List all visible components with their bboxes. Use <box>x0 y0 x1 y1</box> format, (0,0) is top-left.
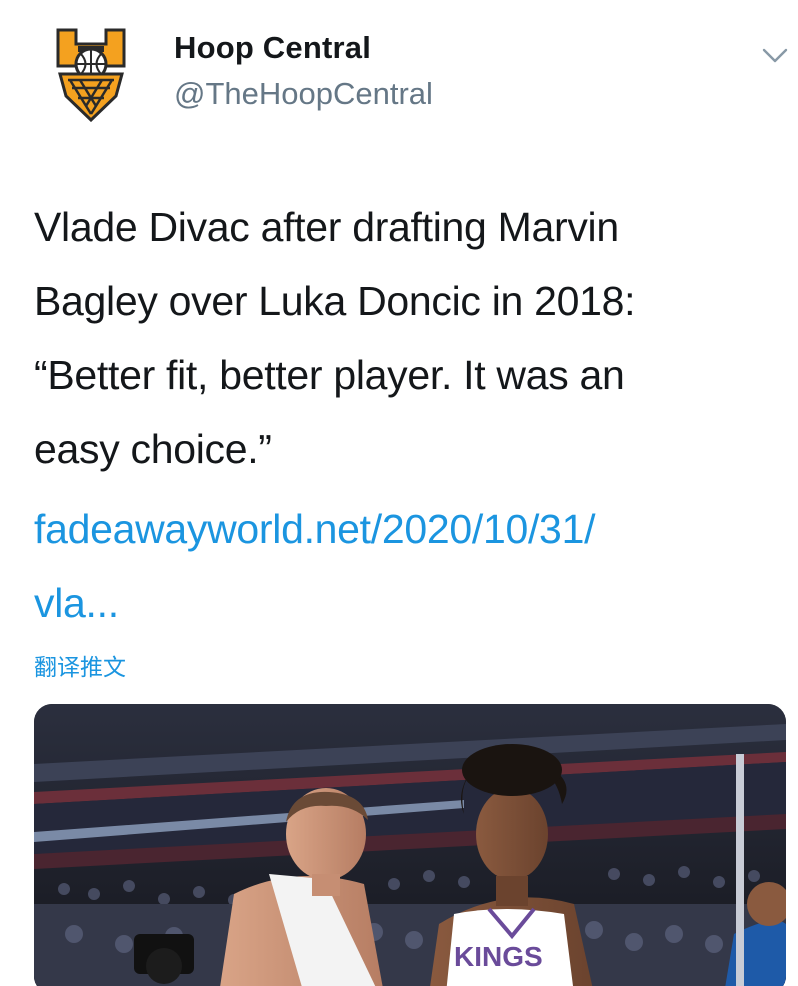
tweet-text: Vlade Divac after drafting Marvin Bagley… <box>34 190 774 486</box>
hoop-central-logo-icon <box>56 28 126 123</box>
tweet-header: Hoop Central @TheHoopCentral <box>0 0 798 140</box>
tweet-photo[interactable]: KINGS <box>34 704 786 986</box>
author-name[interactable]: Hoop Central <box>174 30 371 66</box>
tweet-text-line: “Better fit, better player. It was an <box>34 352 625 398</box>
article-link-line[interactable]: vla... <box>34 566 774 640</box>
chevron-down-icon[interactable] <box>760 44 790 66</box>
author-handle[interactable]: @TheHoopCentral <box>174 76 433 112</box>
tweet-text-line: Bagley over Luka Doncic in 2018: <box>34 278 636 324</box>
tweet-text-line: Vlade Divac after drafting Marvin <box>34 204 619 250</box>
avatar[interactable] <box>56 26 126 123</box>
article-link-line[interactable]: fadeawayworld.net/2020/10/31/ <box>34 492 774 566</box>
article-link[interactable]: fadeawayworld.net/2020/10/31/ vla... <box>34 492 774 640</box>
tweet-text-line: easy choice.” <box>34 426 272 472</box>
arena-photo: KINGS <box>34 704 786 986</box>
translate-tweet-link[interactable]: 翻译推文 <box>34 648 126 682</box>
jersey-text: KINGS <box>454 941 543 972</box>
